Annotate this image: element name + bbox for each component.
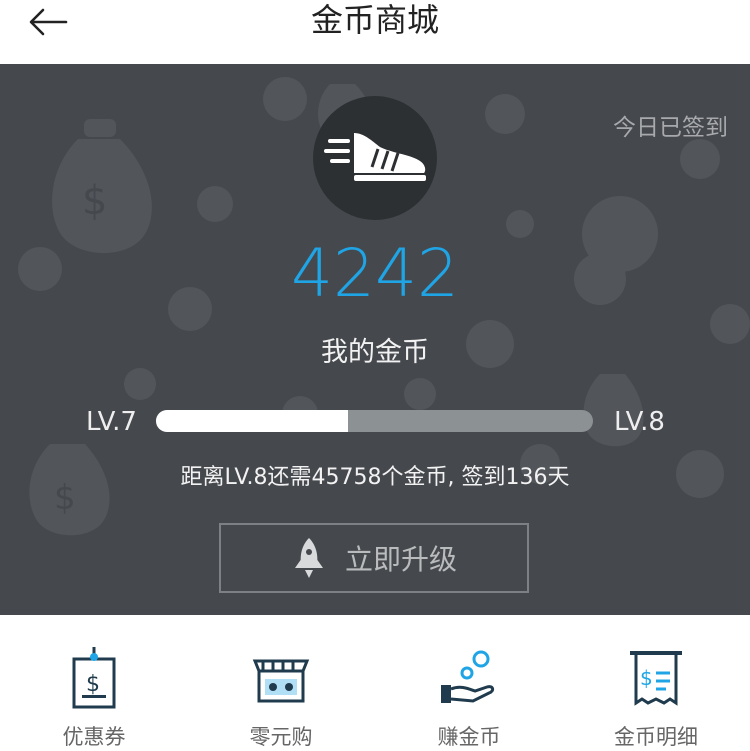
nav-label-coin-details: 金币明细	[614, 725, 698, 749]
coupon-icon: $	[72, 647, 116, 709]
level-progress-fill	[156, 410, 349, 432]
nav-item-coin-details[interactable]: $ 金币明细	[562, 615, 750, 749]
svg-text:$: $	[82, 178, 107, 224]
signed-in-status: 今日已签到	[613, 115, 728, 141]
shop-icon	[252, 659, 310, 703]
sneaker-icon	[324, 133, 426, 181]
nav-label-coupons: 优惠券	[62, 725, 126, 749]
nav-item-coupons[interactable]: $ 优惠券	[0, 615, 188, 749]
avatar	[313, 96, 437, 220]
svg-text:$: $	[640, 666, 653, 690]
upgrade-button[interactable]: 立即升级	[219, 523, 529, 593]
header-bar: 金币商城	[0, 0, 750, 64]
nav-item-earn-coins[interactable]: 赚金币	[375, 615, 563, 749]
coin-balance-label: 我的金币	[321, 337, 429, 368]
page-title: 金币商城	[310, 1, 439, 39]
nav-label-earn-coins: 赚金币	[437, 725, 501, 749]
level-requirement-text: 距离LV.8还需45758个金币, 签到136天	[180, 465, 570, 490]
earn-coins-icon	[441, 650, 495, 703]
nav-label-zero-purchase: 零元购	[249, 725, 313, 749]
next-level: LV.8	[614, 407, 665, 437]
rocket-icon	[294, 538, 323, 578]
nav-item-zero-purchase[interactable]: 零元购	[187, 615, 375, 749]
coin-summary-panel: $ $ 今日已签到 4242 我的金币 LV.7 LV.8 距离LV.8还需45…	[0, 64, 750, 615]
coin-balance: 4242	[291, 235, 459, 312]
level-progress-bar	[156, 410, 593, 432]
current-level: LV.7	[86, 407, 137, 437]
bottom-nav: $ 优惠券 零元购 赚金币 $ 金币明细	[0, 615, 750, 749]
svg-text:$: $	[86, 672, 100, 697]
receipt-icon: $	[630, 651, 682, 706]
upgrade-button-label: 立即升级	[344, 543, 457, 576]
